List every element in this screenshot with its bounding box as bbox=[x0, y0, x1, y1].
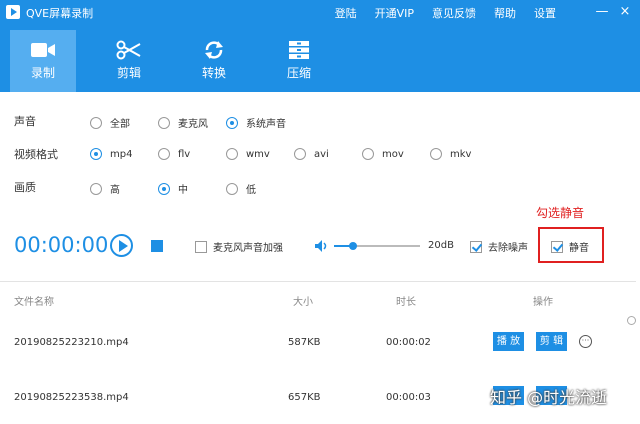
radio-label: 麦克风 bbox=[178, 119, 208, 130]
radio-label: 系统声音 bbox=[246, 119, 286, 130]
radio-label: 全部 bbox=[110, 119, 130, 130]
file-size: 657KB bbox=[288, 392, 321, 403]
radio-label: 低 bbox=[246, 185, 256, 196]
checkbox-label: 麦克风声音加强 bbox=[213, 243, 283, 254]
radio-dot bbox=[430, 148, 442, 160]
quality-option-high[interactable]: 高 bbox=[90, 181, 120, 196]
edit-file-button[interactable]: 剪 辑 bbox=[536, 332, 567, 351]
radio-label: 高 bbox=[110, 185, 120, 196]
tab-convert-label: 转换 bbox=[201, 66, 226, 80]
mic-boost-checkbox[interactable]: 麦克风声音加强 bbox=[195, 239, 283, 254]
format-option-wmv[interactable]: wmv bbox=[226, 148, 270, 160]
video-camera-icon bbox=[31, 43, 55, 57]
mute-checkbox[interactable]: 静音 bbox=[551, 239, 589, 254]
menu-settings[interactable]: 设置 bbox=[534, 5, 556, 21]
speaker-icon[interactable] bbox=[314, 239, 328, 253]
quality-option-medium[interactable]: 中 bbox=[158, 181, 188, 196]
file-duration: 00:00:02 bbox=[386, 337, 431, 348]
stop-button[interactable] bbox=[151, 240, 163, 252]
radio-label: avi bbox=[314, 148, 329, 160]
format-option-mkv[interactable]: mkv bbox=[430, 148, 471, 160]
format-option-mp4[interactable]: mp4 bbox=[90, 148, 132, 160]
top-menu: 登陆 开通VIP 意见反馈 帮助 设置 bbox=[335, 5, 556, 21]
title-bar: QVE屏幕录制 登陆 开通VIP 意见反馈 帮助 设置 — × bbox=[0, 0, 640, 24]
quality-label: 画质 bbox=[14, 181, 36, 194]
play-file-button[interactable]: 播 放 bbox=[493, 332, 524, 351]
watermark-text: 知乎 @时光流逝 bbox=[490, 388, 608, 407]
radio-dot bbox=[362, 148, 374, 160]
tab-convert[interactable]: 转换 bbox=[181, 30, 247, 92]
more-options-icon[interactable]: ··· bbox=[579, 335, 592, 348]
app-logo-icon bbox=[6, 5, 20, 19]
radio-dot bbox=[158, 148, 170, 160]
tab-edit-label: 剪辑 bbox=[116, 66, 141, 80]
radio-label: mp4 bbox=[110, 148, 133, 160]
tab-compress[interactable]: 压缩 bbox=[266, 30, 332, 92]
volume-slider-knob[interactable] bbox=[348, 242, 357, 250]
radio-label: flv bbox=[178, 148, 191, 160]
column-header-size: 大小 bbox=[293, 297, 313, 308]
radio-dot bbox=[226, 116, 238, 129]
denoise-checkbox[interactable]: 去除噪声 bbox=[470, 239, 528, 254]
volume-db-value: 20dB bbox=[428, 240, 454, 251]
column-header-duration: 时长 bbox=[396, 297, 416, 308]
radio-dot bbox=[158, 116, 170, 129]
close-button[interactable]: × bbox=[617, 4, 633, 20]
play-button[interactable] bbox=[110, 234, 133, 257]
top-header: QVE屏幕录制 登陆 开通VIP 意见反馈 帮助 设置 — × 录制 剪辑 转换… bbox=[0, 0, 640, 92]
radio-label: 中 bbox=[178, 185, 188, 196]
audio-label: 声音 bbox=[14, 115, 36, 128]
format-option-mov[interactable]: mov bbox=[362, 148, 404, 160]
file-duration: 00:00:03 bbox=[386, 392, 431, 403]
file-name: 20190825223538.mp4 bbox=[14, 392, 129, 403]
tab-compress-label: 压缩 bbox=[286, 66, 311, 80]
app-title: QVE屏幕录制 bbox=[26, 7, 94, 20]
checkbox-label: 静音 bbox=[569, 243, 589, 254]
quality-option-low[interactable]: 低 bbox=[226, 181, 256, 196]
format-label: 视频格式 bbox=[14, 148, 58, 161]
format-option-flv[interactable]: flv bbox=[158, 148, 190, 160]
radio-label: mkv bbox=[450, 148, 472, 160]
radio-label: wmv bbox=[246, 148, 270, 160]
radio-dot bbox=[90, 116, 102, 129]
radio-dot bbox=[294, 148, 306, 160]
checkbox-label: 去除噪声 bbox=[488, 243, 528, 254]
format-option-avi[interactable]: avi bbox=[294, 148, 329, 160]
tab-edit[interactable]: 剪辑 bbox=[96, 30, 162, 92]
audio-option-all[interactable]: 全部 bbox=[90, 115, 130, 130]
column-header-name: 文件名称 bbox=[14, 297, 54, 308]
minimize-button[interactable]: — bbox=[594, 4, 610, 20]
checkbox-box bbox=[470, 240, 482, 253]
volume-slider[interactable] bbox=[334, 242, 420, 250]
checkbox-box bbox=[551, 240, 563, 253]
radio-dot bbox=[158, 182, 170, 195]
radio-dot bbox=[90, 148, 102, 160]
menu-feedback[interactable]: 意见反馈 bbox=[432, 5, 476, 21]
scissors-icon bbox=[116, 40, 141, 60]
menu-login[interactable]: 登陆 bbox=[335, 5, 357, 21]
section-divider bbox=[0, 281, 636, 282]
menu-vip[interactable]: 开通VIP bbox=[375, 5, 414, 21]
record-timer: 00:00:00 bbox=[14, 233, 109, 257]
audio-option-mic[interactable]: 麦克风 bbox=[158, 115, 208, 130]
radio-dot bbox=[226, 148, 238, 160]
tab-record[interactable]: 录制 bbox=[10, 30, 76, 92]
menu-help[interactable]: 帮助 bbox=[494, 5, 516, 21]
refresh-icon bbox=[205, 41, 223, 59]
radio-label: mov bbox=[382, 148, 404, 160]
checkbox-box bbox=[195, 240, 207, 253]
radio-dot bbox=[226, 182, 238, 195]
annotation-hint: 勾选静音 bbox=[536, 206, 585, 220]
tab-record-label: 录制 bbox=[30, 66, 55, 80]
archive-icon bbox=[289, 41, 309, 59]
file-name: 20190825223210.mp4 bbox=[14, 337, 129, 348]
column-header-actions: 操作 bbox=[533, 297, 553, 308]
radio-dot bbox=[90, 182, 102, 195]
file-size: 587KB bbox=[288, 337, 321, 348]
scrollbar-handle[interactable] bbox=[627, 316, 636, 325]
audio-option-system[interactable]: 系统声音 bbox=[226, 115, 286, 130]
